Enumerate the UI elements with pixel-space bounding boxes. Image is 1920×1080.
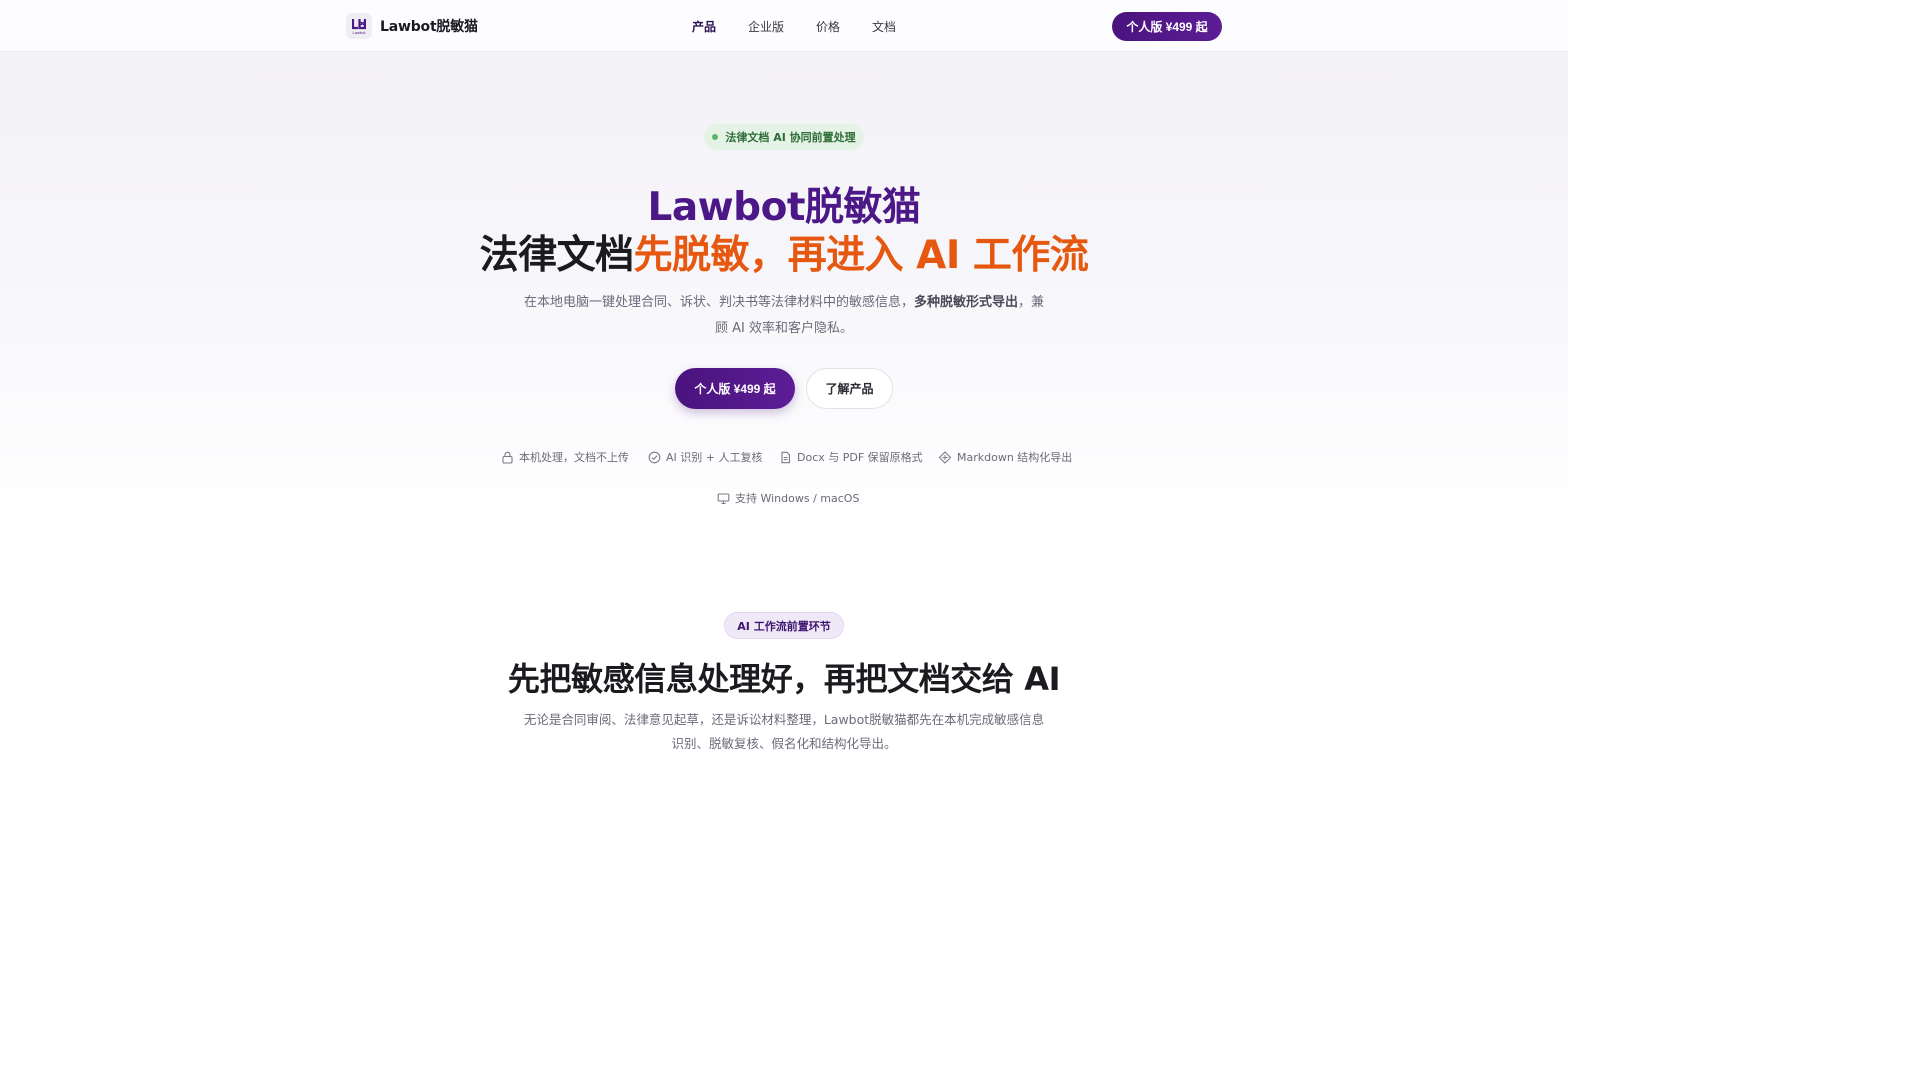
hero-primary-button[interactable]: 个人版 ¥499 起 bbox=[675, 368, 795, 409]
lock-icon bbox=[502, 451, 513, 464]
hero-subtitle-bold: 多种脱敏形式导出 bbox=[913, 295, 1018, 310]
hero-subtitle: 在本地电脑一键处理合同、诉状、判决书等法律材料中的敏感信息，多种脱敏形式导出，兼… bbox=[520, 290, 1048, 342]
nav-cta-button[interactable]: 个人版 ¥499 起 bbox=[1112, 12, 1222, 41]
status-dot-icon bbox=[712, 134, 719, 140]
feature-label: 本机处理，文档不上传 bbox=[519, 451, 629, 464]
nav-links: 产品 企业版 价格 文档 bbox=[692, 18, 928, 35]
hero-title-line2: 法律文档先脱敏，再进入 AI 工作流 bbox=[0, 224, 1568, 280]
brand[interactable]: Lawbot Lawbot脱敏猫 bbox=[346, 13, 478, 39]
logo-small-text: Lawbot bbox=[352, 29, 366, 35]
feature-label: 支持 Windows / macOS bbox=[735, 492, 860, 505]
monitor-icon bbox=[717, 492, 730, 504]
section-tag: AI 工作流前置环节 bbox=[724, 612, 844, 639]
top-navigation: Lawbot Lawbot脱敏猫 产品 企业版 价格 文档 个人版 ¥499 起 bbox=[0, 0, 1568, 52]
nav-link-pricing[interactable]: 价格 bbox=[816, 18, 840, 35]
cat-logo-icon bbox=[352, 18, 366, 29]
nav-link-enterprise[interactable]: 企业版 bbox=[748, 18, 784, 35]
hero-pill-label: 法律文档 AI 协同前置处理 bbox=[725, 131, 856, 144]
section-subtitle: 无论是合同审阅、法律意见起草，还是诉讼材料整理，Lawbot脱敏猫都先在本机完成… bbox=[523, 712, 1045, 751]
hero-title-accent: 先脱敏，再进入 AI 工作流 bbox=[633, 233, 1089, 278]
hero-subtitle-part1: 在本地电脑一键处理合同、诉状、判决书等法律材料中的敏感信息， bbox=[523, 295, 914, 310]
nav-link-docs[interactable]: 文档 bbox=[872, 18, 896, 35]
feature-local-processing: 本机处理，文档不上传 bbox=[501, 449, 629, 465]
feature-label: AI 识别 + 人工复核 bbox=[666, 451, 763, 464]
brand-name: Lawbot脱敏猫 bbox=[380, 19, 478, 35]
check-circle-icon bbox=[648, 451, 661, 463]
document-icon bbox=[781, 451, 791, 463]
feature-platform-support: 支持 Windows / macOS bbox=[717, 490, 859, 506]
feature-ai-review: AI 识别 + 人工复核 bbox=[648, 449, 762, 465]
feature-label: Docx 与 PDF 保留原格式 bbox=[797, 451, 923, 464]
hero-pill-badge: 法律文档 AI 协同前置处理 bbox=[704, 124, 864, 150]
logo-icon: Lawbot bbox=[346, 13, 372, 39]
feature-markdown-export: Markdown 结构化导出 bbox=[938, 449, 1072, 465]
hero-title-dark: 法律文档 bbox=[479, 233, 635, 278]
nav-link-product[interactable]: 产品 bbox=[692, 18, 716, 35]
learn-product-button[interactable]: 了解产品 bbox=[806, 368, 893, 409]
section-title: 先把敏感信息处理好，再把文档交给 AI bbox=[507, 660, 1061, 698]
markdown-icon bbox=[938, 450, 952, 464]
feature-label: Markdown 结构化导出 bbox=[957, 451, 1073, 464]
feature-format-preserve: Docx 与 PDF 保留原格式 bbox=[779, 449, 923, 465]
